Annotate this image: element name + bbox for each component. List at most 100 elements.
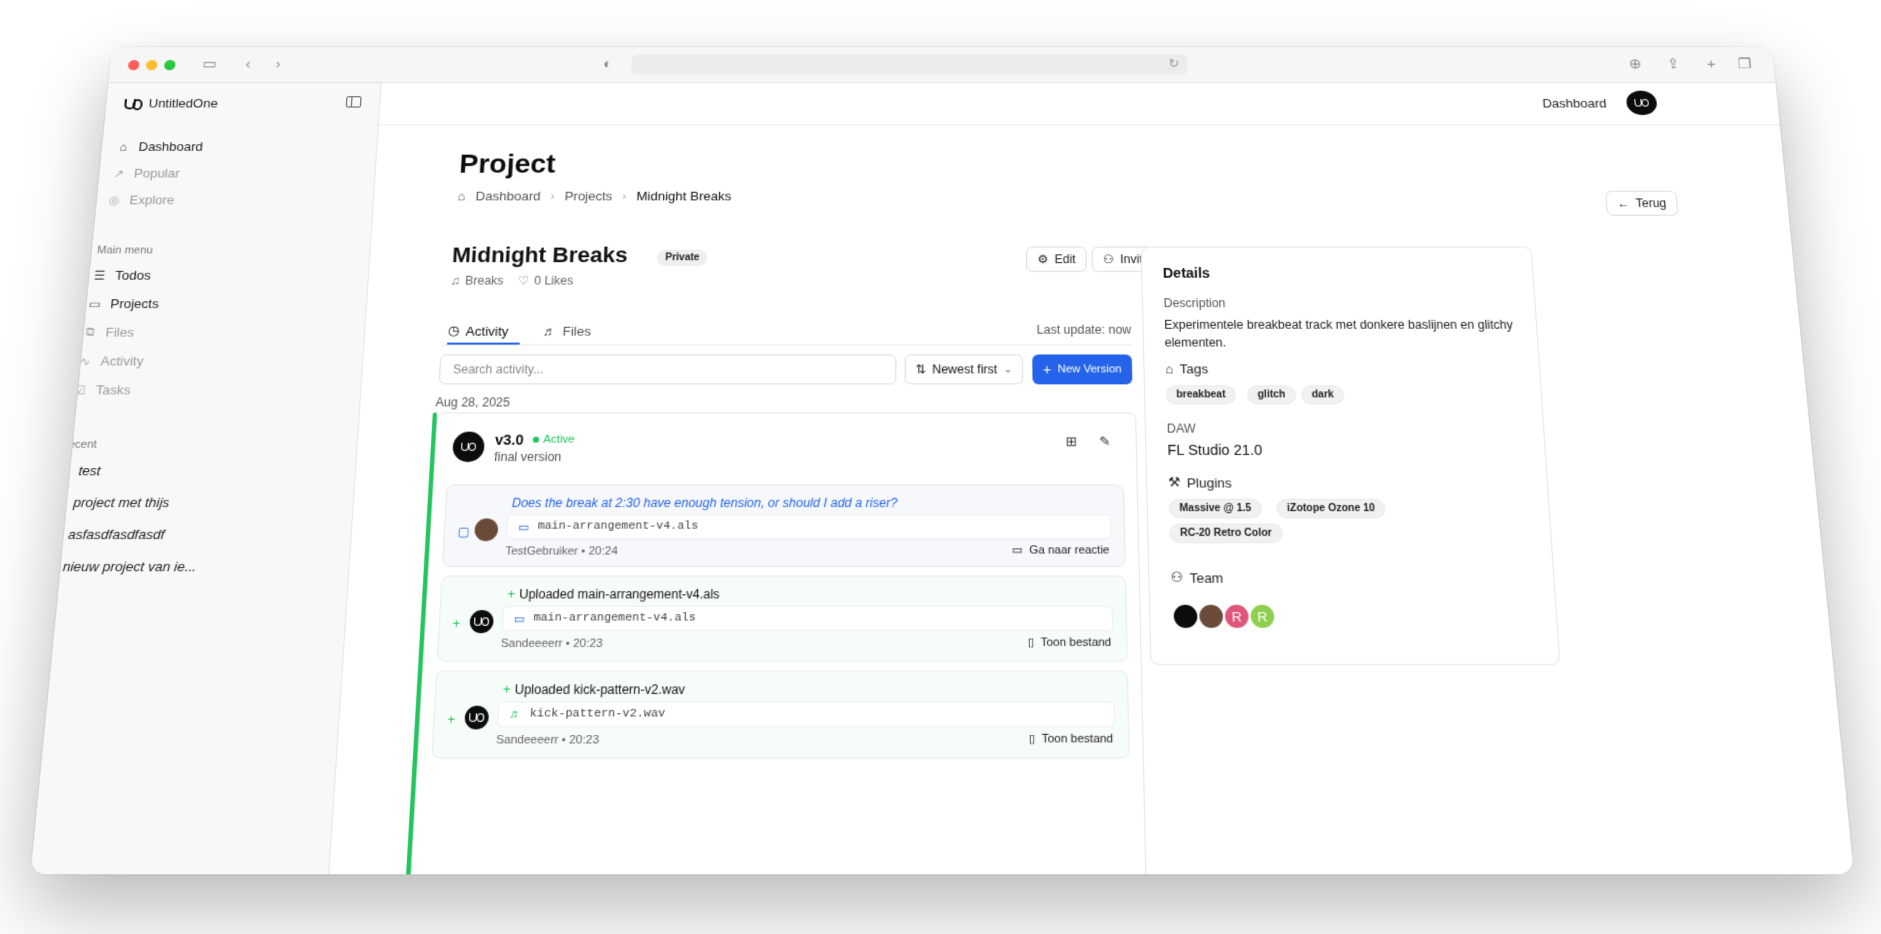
chevron-right-icon: › xyxy=(550,190,554,201)
tag-chip[interactable]: dark xyxy=(1301,385,1345,404)
browser-toolbar: ▭ ‹ › ◐ ↻ ⊕ ⇪ + ❐ xyxy=(108,47,1775,83)
back-button[interactable]: ← Terug xyxy=(1605,191,1678,216)
last-update: Last update: now xyxy=(1037,323,1132,337)
sidebar-item-tasks[interactable]: ☑ Tasks xyxy=(72,382,131,397)
music-note-icon: ♫ xyxy=(450,274,460,288)
sort-icon: ⇅ xyxy=(915,362,925,376)
chevron-down-icon: ⌄ xyxy=(1003,364,1012,375)
heart-icon: ♡ xyxy=(518,274,530,288)
minimize-window-button[interactable] xyxy=(146,60,158,70)
sidebar-item-files[interactable]: ⧉ Files xyxy=(82,325,135,340)
reload-icon[interactable]: ↻ xyxy=(1168,56,1179,71)
comment-text: Does the break at 2:30 have enough tensi… xyxy=(512,496,898,510)
user-avatar[interactable] xyxy=(1626,91,1658,115)
file-reference[interactable]: ▭ main-arrangement-v4.als xyxy=(506,514,1111,539)
logo-icon xyxy=(461,442,476,451)
team-avatar[interactable] xyxy=(1171,603,1200,630)
sidebar-item-projects[interactable]: ▭ Projects xyxy=(87,296,159,311)
breadcrumb-current: Midnight Breaks xyxy=(636,189,731,203)
shield-icon[interactable]: ◐ xyxy=(603,56,613,73)
sidebar-item-activity[interactable]: ∿ Activity xyxy=(77,354,144,369)
tab-bar: ◷ Activity ♬ Files Last update: now xyxy=(443,319,1132,346)
team-avatar[interactable] xyxy=(1197,603,1226,630)
sort-dropdown[interactable]: ⇅ Newest first ⌄ xyxy=(905,354,1024,384)
show-file-link[interactable]: ▯ Toon bestand xyxy=(1028,635,1112,649)
folder-icon: ▭ xyxy=(44,527,60,541)
tag-chip[interactable]: breakbeat xyxy=(1166,385,1237,404)
status-dot xyxy=(533,437,540,443)
show-file-link[interactable]: ▯ Toon bestand xyxy=(1029,732,1114,746)
tab-activity[interactable]: ◷ Activity xyxy=(447,319,521,345)
back-icon[interactable]: ‹ xyxy=(245,56,251,73)
entry-meta: Sandeeeerr • 20:23 xyxy=(496,734,599,747)
sidebar-toggle-icon[interactable]: ▭ xyxy=(202,56,218,73)
recent-item[interactable]: ▭ project met thijs xyxy=(49,495,170,510)
file-reference[interactable]: ♬ kick-pattern-v2.wav xyxy=(497,701,1115,727)
share-icon[interactable]: ⇪ xyxy=(1666,56,1680,73)
app-name: UntitledOne xyxy=(148,96,218,110)
plugin-chip: Massive @ 1.5 xyxy=(1169,499,1263,519)
daw-value: FL Studio 21.0 xyxy=(1167,442,1262,458)
genre: ♫ Breaks xyxy=(450,274,504,288)
plugins-label: ⚒ Plugins xyxy=(1168,474,1232,490)
team-avatar[interactable]: R xyxy=(1248,603,1277,630)
description-label: Description xyxy=(1163,296,1225,310)
plus-icon: + xyxy=(507,587,515,602)
arrow-left-icon: ← xyxy=(1617,197,1630,210)
recent-item[interactable]: ▭ test xyxy=(55,463,102,478)
browser-window: ▭ ‹ › ◐ ↻ ⊕ ⇪ + ❐ UntitledOne ⌂ Dashboar… xyxy=(30,47,1853,874)
recent-item[interactable]: ▭ asfasdfasdfasdf xyxy=(44,527,165,543)
plugin-chip: RC-20 Retro Color xyxy=(1169,524,1282,544)
activity-entry: + Uploaded kick-pattern-v2.wav + ♬ kick-p… xyxy=(431,670,1130,758)
address-bar[interactable]: ↻ xyxy=(631,54,1188,74)
new-version-button[interactable]: + New Version xyxy=(1032,354,1132,384)
recent-item[interactable]: ▭ nieuw project van ie... xyxy=(39,559,197,575)
sidebar-item-todos[interactable]: ☰ Todos xyxy=(92,268,152,283)
go-to-reply-link[interactable]: ▭ Ga naar reactie xyxy=(1012,543,1110,556)
user-avatar xyxy=(474,518,498,541)
file-icon: ▯ xyxy=(1028,635,1035,649)
edit-button[interactable]: ⚙ Edit xyxy=(1026,247,1087,272)
user-plus-icon: ⚇ xyxy=(1170,569,1183,586)
forward-icon[interactable]: › xyxy=(275,56,281,73)
edit-icon[interactable]: ✎ xyxy=(1099,434,1111,450)
tabs-overview-icon[interactable]: ❐ xyxy=(1737,56,1752,73)
user-avatar xyxy=(469,610,494,633)
new-tab-icon[interactable]: + xyxy=(1706,56,1716,73)
message-icon: ▭ xyxy=(1012,543,1023,556)
sidebar: UntitledOne ⌂ Dashboard ↗ Popular ◎ Expl… xyxy=(30,83,381,874)
activity-entry: Does the break at 2:30 have enough tensi… xyxy=(442,484,1126,567)
team-avatar[interactable]: R xyxy=(1222,603,1251,630)
details-title: Details xyxy=(1163,265,1211,281)
sidebar-item-dashboard[interactable]: ⌂ Dashboard xyxy=(116,139,204,153)
close-window-button[interactable] xyxy=(128,60,140,70)
sidebar-item-popular[interactable]: ↗ Popular xyxy=(111,166,180,180)
brand[interactable]: UntitledOne xyxy=(124,96,219,110)
search-input[interactable] xyxy=(439,354,897,384)
file-audio-icon: ♬ xyxy=(509,708,521,721)
topbar-dashboard-link[interactable]: Dashboard xyxy=(1542,96,1607,110)
status-badge: Active xyxy=(533,434,575,446)
details-panel: Details Description Experimentele breakb… xyxy=(1141,247,1561,665)
project-meta: ♫ Breaks ♡ 0 Likes xyxy=(450,274,573,288)
file-audio-icon: ♬ xyxy=(543,323,557,338)
collapse-sidebar-icon[interactable] xyxy=(346,96,362,107)
plus-icon: + xyxy=(452,616,460,631)
page-title: Project xyxy=(459,149,557,179)
breadcrumb-dashboard[interactable]: Dashboard xyxy=(475,189,540,203)
add-comment-icon[interactable]: ⊞ xyxy=(1066,434,1078,450)
clock-icon: ◷ xyxy=(447,323,460,339)
maximize-window-button[interactable] xyxy=(164,60,176,70)
tab-files[interactable]: ♬ Files xyxy=(542,319,591,343)
team-label: ⚇ Team xyxy=(1170,569,1223,586)
description-text: Experimentele breakbeat track met donker… xyxy=(1164,316,1517,352)
file-reference[interactable]: ▭ main-arrangement-v4.als xyxy=(501,606,1113,631)
sidebar-item-explore[interactable]: ◎ Explore xyxy=(106,193,175,207)
gear-icon: ⚙ xyxy=(1037,252,1048,266)
folder-icon: ▭ xyxy=(514,612,526,626)
breadcrumb-projects[interactable]: Projects xyxy=(564,189,612,203)
download-icon[interactable]: ⊕ xyxy=(1628,56,1642,73)
tags-label: ⌂ Tags xyxy=(1165,361,1208,376)
tag-chip[interactable]: glitch xyxy=(1247,385,1296,404)
likes[interactable]: ♡ 0 Likes xyxy=(518,274,574,288)
